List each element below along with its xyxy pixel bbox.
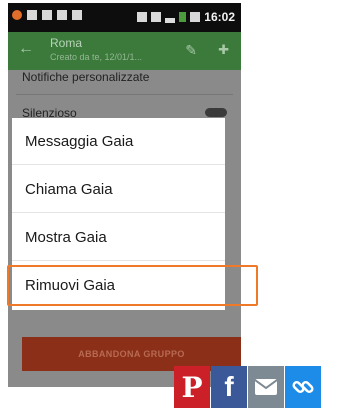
group-title: Roma — [50, 36, 83, 50]
image-notification-icon — [27, 10, 37, 20]
app-notification-icon — [12, 10, 22, 20]
download-icon — [42, 10, 52, 20]
add-user-icon[interactable]: ✚ — [218, 42, 229, 58]
status-icons-right: 16:02 — [137, 10, 235, 24]
edit-pencil-icon[interactable]: ✎ — [185, 42, 197, 59]
message-contact-option[interactable]: Messaggia Gaia — [12, 118, 225, 165]
status-time: 16:02 — [204, 10, 235, 24]
divider — [16, 94, 233, 95]
view-contact-option[interactable]: Mostra Gaia — [12, 214, 225, 261]
custom-notifications-label[interactable]: Notifiche personalizzate — [22, 70, 149, 84]
group-subtitle: Creato da te, 12/01/1... — [50, 52, 143, 62]
pinterest-share-button[interactable]: P — [174, 366, 210, 408]
pinterest-icon: P — [181, 370, 203, 404]
call-contact-option[interactable]: Chiama Gaia — [12, 166, 225, 213]
highlight-box — [7, 265, 258, 306]
status-icons-left — [12, 10, 82, 20]
wifi-signal-icon — [151, 12, 162, 22]
vibrate-icon — [137, 12, 148, 22]
envelope-icon — [254, 379, 278, 395]
alarm-icon — [190, 12, 201, 22]
facebook-icon: f — [224, 371, 234, 402]
silent-toggle[interactable] — [205, 108, 227, 117]
wifi-notification-icon — [57, 10, 67, 20]
back-arrow-icon[interactable]: ← — [18, 40, 34, 58]
facebook-share-button[interactable]: f — [211, 366, 247, 408]
link-share-button[interactable] — [285, 366, 321, 408]
status-bar: 16:02 — [8, 3, 241, 32]
cell-signal-icon — [165, 11, 176, 23]
email-share-button[interactable] — [248, 366, 284, 408]
app-bar: ← Roma Creato da te, 12/01/1... ✎ ✚ — [8, 32, 241, 70]
sync-icon — [72, 10, 82, 20]
battery-icon — [179, 12, 187, 22]
chain-link-icon — [292, 380, 314, 394]
